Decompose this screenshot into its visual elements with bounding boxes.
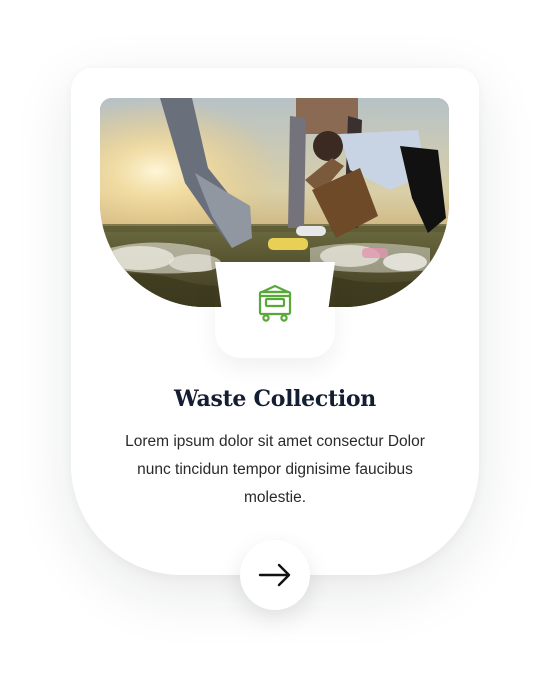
card-title: Waste Collection xyxy=(174,386,376,412)
read-more-button[interactable] xyxy=(240,540,310,610)
page: Waste Collection Lorem ipsum dolor sit a… xyxy=(0,0,549,682)
service-icon-badge xyxy=(215,262,335,358)
card-description: Lorem ipsum dolor sit amet consectur Dol… xyxy=(125,433,425,506)
arrow-right-icon xyxy=(258,563,291,587)
